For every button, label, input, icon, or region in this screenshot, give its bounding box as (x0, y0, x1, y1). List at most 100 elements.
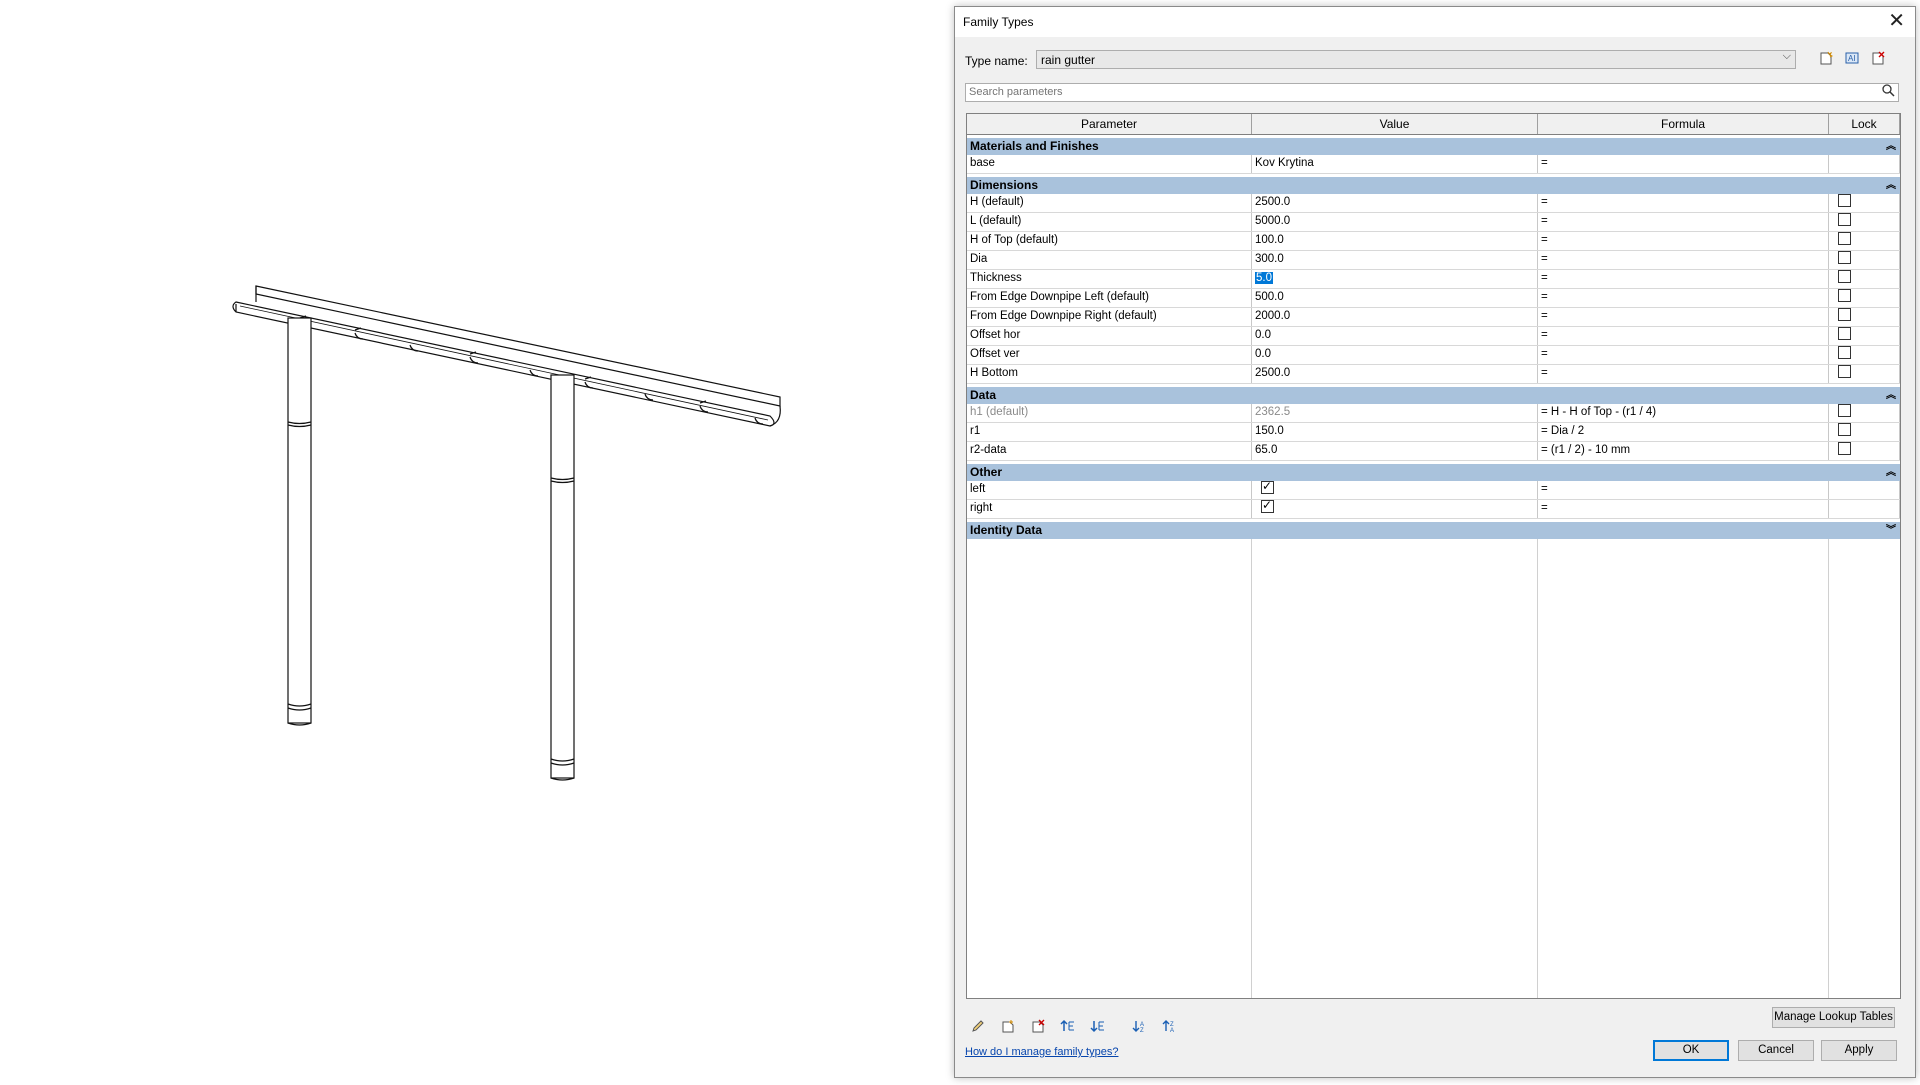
parameter-value[interactable]: 65.0 (1252, 442, 1538, 460)
sort-ascending-icon[interactable]: AZ (1129, 1019, 1151, 1037)
collapse-icon[interactable]: ︽ (1886, 387, 1896, 404)
selected-value-text[interactable]: 5.0 (1255, 272, 1273, 284)
parameter-formula[interactable]: = (1538, 346, 1829, 364)
lock-checkbox[interactable] (1838, 194, 1851, 208)
new-parameter-icon[interactable] (997, 1019, 1019, 1037)
parameter-value[interactable]: 5000.0 (1252, 213, 1538, 231)
left-checkbox[interactable] (1261, 481, 1274, 495)
parameter-value[interactable]: 300.0 (1252, 251, 1538, 269)
new-type-icon[interactable] (1817, 51, 1835, 69)
table-row[interactable]: L (default) 5000.0 = (967, 213, 1900, 232)
lock-checkbox[interactable] (1838, 213, 1851, 227)
parameter-value-editing[interactable]: 5.0 (1252, 270, 1538, 288)
parameter-formula[interactable]: = (1538, 481, 1829, 499)
parameter-name: Offset hor (967, 327, 1252, 345)
pencil-icon[interactable] (967, 1019, 989, 1037)
parameter-value[interactable]: 0.0 (1252, 346, 1538, 364)
parameter-formula[interactable]: = (1538, 251, 1829, 269)
table-row[interactable]: H Bottom 2500.0 = (967, 365, 1900, 384)
rename-type-icon[interactable]: AI (1843, 51, 1861, 69)
lock-checkbox[interactable] (1838, 404, 1851, 418)
move-up-icon[interactable] (1057, 1019, 1079, 1037)
table-row[interactable]: base Kov Krytina = (967, 155, 1900, 174)
column-header-lock[interactable]: Lock (1829, 114, 1900, 134)
parameter-formula[interactable]: = (1538, 308, 1829, 326)
group-dimensions[interactable]: Dimensions ︽ (967, 174, 1900, 194)
table-row[interactable]: H (default) 2500.0 = (967, 194, 1900, 213)
lock-checkbox[interactable] (1838, 289, 1851, 303)
column-header-parameter[interactable]: Parameter (967, 114, 1252, 134)
lock-cell (1829, 155, 1900, 173)
table-row[interactable]: Offset hor 0.0 = (967, 327, 1900, 346)
cancel-button[interactable]: Cancel (1738, 1040, 1814, 1061)
move-down-icon[interactable] (1087, 1019, 1109, 1037)
table-row[interactable]: r2-data 65.0 = (r1 / 2) - 10 mm (967, 442, 1900, 461)
table-row[interactable]: left = (967, 481, 1900, 500)
lock-checkbox[interactable] (1838, 232, 1851, 246)
parameter-value[interactable]: 2500.0 (1252, 365, 1538, 383)
table-row[interactable]: From Edge Downpipe Right (default) 2000.… (967, 308, 1900, 327)
expand-icon[interactable]: ︾ (1886, 522, 1896, 539)
parameter-formula[interactable]: = (1538, 500, 1829, 518)
parameter-value[interactable]: 100.0 (1252, 232, 1538, 250)
delete-type-icon[interactable] (1869, 51, 1887, 69)
lock-checkbox[interactable] (1838, 423, 1851, 437)
parameter-formula[interactable]: = H - H of Top - (r1 / 4) (1538, 404, 1829, 422)
manage-lookup-tables-button[interactable]: Manage Lookup Tables (1772, 1007, 1895, 1028)
table-row[interactable]: r1 150.0 = Dia / 2 (967, 423, 1900, 442)
parameter-formula[interactable]: = (1538, 365, 1829, 383)
collapse-icon[interactable]: ︽ (1886, 138, 1896, 155)
group-data[interactable]: Data ︽ (967, 384, 1900, 404)
parameter-formula[interactable]: = (r1 / 2) - 10 mm (1538, 442, 1829, 460)
table-row[interactable]: Offset ver 0.0 = (967, 346, 1900, 365)
column-header-formula[interactable]: Formula (1538, 114, 1829, 134)
collapse-icon[interactable]: ︽ (1886, 464, 1896, 481)
parameter-value[interactable]: 2500.0 (1252, 194, 1538, 212)
collapse-icon[interactable]: ︽ (1886, 177, 1896, 194)
parameter-formula[interactable]: = (1538, 289, 1829, 307)
lock-checkbox[interactable] (1838, 251, 1851, 265)
lock-checkbox[interactable] (1838, 308, 1851, 322)
right-checkbox[interactable] (1261, 500, 1274, 514)
parameter-formula[interactable]: = (1538, 155, 1829, 173)
parameter-formula[interactable]: = (1538, 327, 1829, 345)
apply-button[interactable]: Apply (1821, 1040, 1897, 1061)
search-input[interactable] (969, 86, 1849, 98)
parameter-formula[interactable]: = (1538, 232, 1829, 250)
table-row[interactable]: From Edge Downpipe Left (default) 500.0 … (967, 289, 1900, 308)
group-identity-data[interactable]: Identity Data ︾ (967, 519, 1900, 539)
model-viewport[interactable] (0, 0, 955, 1080)
close-icon[interactable]: ✕ (1888, 11, 1905, 31)
sort-descending-icon[interactable]: ZA (1159, 1019, 1181, 1037)
table-row[interactable]: H of Top (default) 100.0 = (967, 232, 1900, 251)
group-other[interactable]: Other ︽ (967, 461, 1900, 481)
lock-checkbox[interactable] (1838, 346, 1851, 360)
column-header-value[interactable]: Value (1252, 114, 1538, 134)
ok-button[interactable]: OK (1653, 1040, 1729, 1061)
type-name-dropdown[interactable]: rain gutter ⌵ (1036, 50, 1796, 69)
table-row[interactable]: Dia 300.0 = (967, 251, 1900, 270)
table-row[interactable]: h1 (default) 2362.5 = H - H of Top - (r1… (967, 404, 1900, 423)
parameter-formula[interactable]: = Dia / 2 (1538, 423, 1829, 441)
parameter-formula[interactable]: = (1538, 213, 1829, 231)
lock-cell (1829, 308, 1900, 326)
chevron-down-icon: ⌵ (1782, 50, 1791, 62)
lock-checkbox[interactable] (1838, 270, 1851, 284)
delete-parameter-icon[interactable] (1027, 1019, 1049, 1037)
lock-checkbox[interactable] (1838, 365, 1851, 379)
table-row[interactable]: Thickness 5.0 = (967, 270, 1900, 289)
parameter-value[interactable]: 150.0 (1252, 423, 1538, 441)
search-icon[interactable] (1882, 84, 1895, 100)
table-row[interactable]: right = (967, 500, 1900, 519)
group-materials-and-finishes[interactable]: Materials and Finishes ︽ (967, 135, 1900, 155)
parameter-formula[interactable]: = (1538, 194, 1829, 212)
parameter-value[interactable]: 0.0 (1252, 327, 1538, 345)
parameter-formula[interactable]: = (1538, 270, 1829, 288)
parameter-value[interactable]: Kov Krytina (1252, 155, 1538, 173)
lock-checkbox[interactable] (1838, 327, 1851, 341)
search-parameters-box[interactable] (965, 83, 1899, 102)
parameter-value[interactable]: 500.0 (1252, 289, 1538, 307)
parameter-value[interactable]: 2000.0 (1252, 308, 1538, 326)
help-link[interactable]: How do I manage family types? (965, 1046, 1118, 1058)
lock-checkbox[interactable] (1838, 442, 1851, 456)
